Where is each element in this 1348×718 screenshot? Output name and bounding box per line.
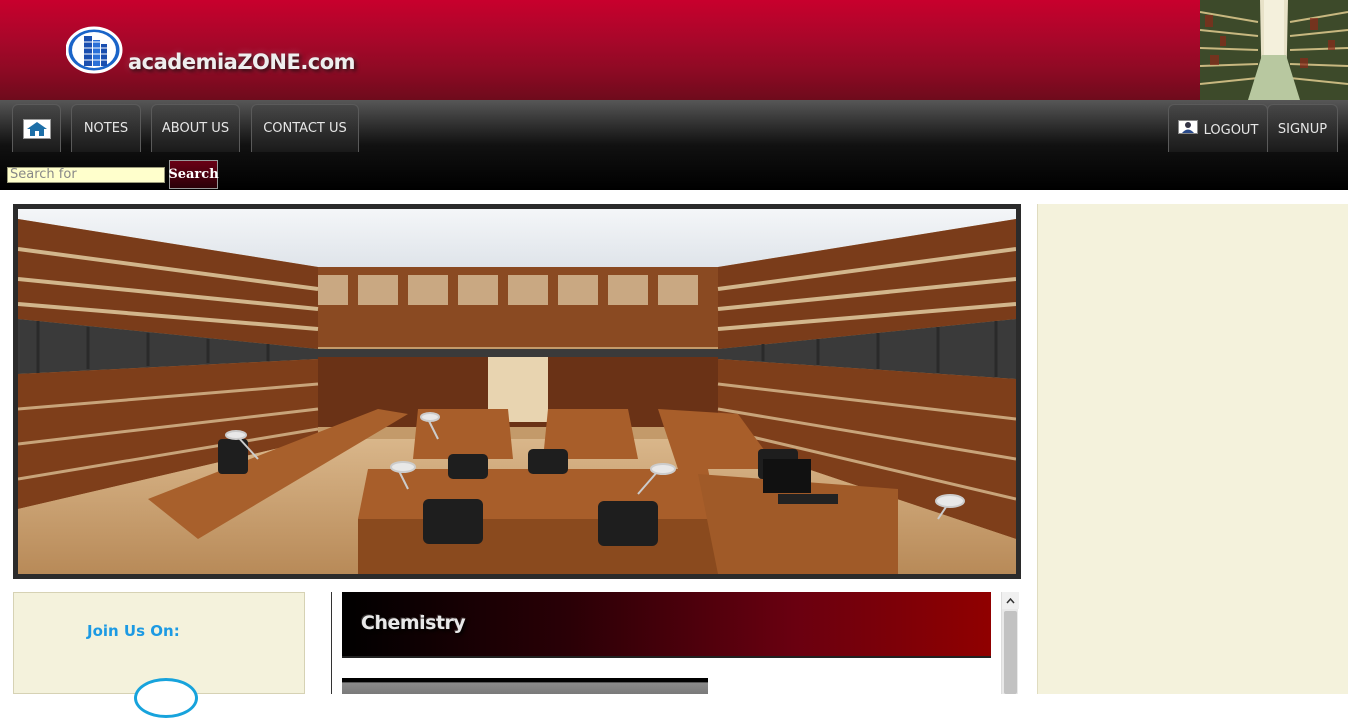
scroll-thumb[interactable] bbox=[1004, 611, 1017, 694]
library-aisle-image bbox=[1200, 0, 1348, 100]
nav-notes-tab[interactable]: NOTES bbox=[71, 104, 141, 152]
search-input[interactable]: Search for bbox=[7, 167, 165, 183]
site-name[interactable]: academiaZONE.com bbox=[128, 50, 356, 74]
search-button[interactable]: Search bbox=[168, 160, 219, 189]
nav-contact-label: CONTACT US bbox=[263, 121, 347, 136]
content-subheader-bar bbox=[342, 678, 708, 694]
right-sidebar bbox=[1037, 204, 1348, 694]
social-icon[interactable] bbox=[134, 678, 198, 718]
nav-signup-label: SIGNUP bbox=[1277, 122, 1328, 137]
home-icon bbox=[22, 118, 51, 139]
logo-icon[interactable] bbox=[65, 26, 123, 74]
section-header: Chemistry bbox=[342, 592, 991, 658]
user-icon bbox=[1177, 119, 1198, 134]
scroll-up-arrow-icon[interactable] bbox=[1002, 592, 1019, 609]
nav-contact-tab[interactable]: CONTACT US bbox=[251, 104, 359, 152]
nav-logout-label: LOGOUT bbox=[1203, 123, 1259, 138]
library-reading-room-image bbox=[18, 209, 1016, 574]
nav-about-label: ABOUT US bbox=[161, 121, 230, 136]
nav-logout-tab[interactable]: LOGOUT bbox=[1168, 104, 1268, 152]
nav-about-tab[interactable]: ABOUT US bbox=[151, 104, 240, 152]
content-scrollbar[interactable] bbox=[1001, 592, 1019, 694]
join-us-title: Join Us On: bbox=[87, 622, 180, 640]
hero-banner bbox=[13, 204, 1021, 579]
nav-signup-tab[interactable]: SIGNUP bbox=[1267, 104, 1338, 152]
site-header: academiaZONE.com bbox=[0, 0, 1348, 100]
nav-notes-label: NOTES bbox=[83, 121, 129, 136]
join-us-panel: Join Us On: bbox=[13, 592, 305, 718]
nav-home-tab[interactable] bbox=[12, 104, 61, 152]
section-title: Chemistry bbox=[361, 612, 466, 634]
